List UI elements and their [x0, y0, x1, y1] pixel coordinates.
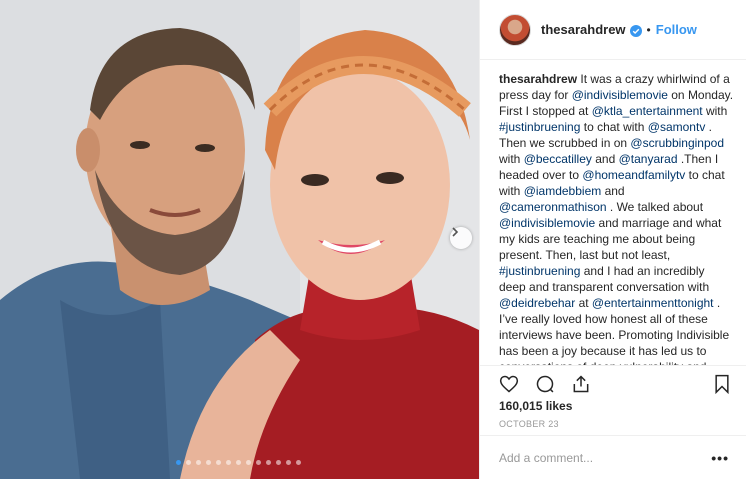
verified-badge-icon	[629, 24, 642, 37]
post-actions	[480, 365, 746, 401]
carousel-dot	[226, 460, 231, 465]
caption-mention-link[interactable]: @samontv	[648, 120, 706, 134]
likes-count[interactable]: 160,015 likes	[499, 399, 572, 413]
caption-text: to chat with	[580, 120, 648, 134]
caption-mention-link[interactable]: @beccatilley	[524, 152, 592, 166]
follow-button[interactable]: Follow	[656, 22, 697, 37]
caption-area: thesarahdrew It was a crazy whirlwind of…	[480, 61, 746, 365]
carousel-dot	[246, 460, 251, 465]
comment-input[interactable]	[499, 450, 712, 465]
post-date[interactable]: OCTOBER 23	[499, 419, 559, 429]
caption-mention-link[interactable]: @entertainmenttonight	[592, 296, 714, 310]
share-icon[interactable]	[570, 373, 592, 395]
caption-mention-link[interactable]: @iamdebbiem	[524, 184, 602, 198]
carousel-dot	[176, 460, 181, 465]
caption-text: . We talked about	[606, 200, 704, 214]
caption-author[interactable]: thesarahdrew	[499, 72, 577, 86]
comment-icon[interactable]	[534, 373, 556, 395]
caption-text: with	[702, 104, 728, 118]
carousel-dot	[256, 460, 261, 465]
post-photo[interactable]	[0, 0, 479, 479]
carousel-dot	[236, 460, 241, 465]
heart-icon[interactable]	[498, 373, 520, 395]
caption-hashtag-link[interactable]: #justinbruening	[499, 264, 580, 278]
caption-mention-link[interactable]: @deidrebehar	[499, 296, 575, 310]
header-username[interactable]: thesarahdrew	[541, 22, 626, 37]
header-separator: •	[646, 22, 651, 37]
avatar-icon[interactable]	[499, 13, 531, 46]
caption-mention-link[interactable]: @scrubbinginpod	[630, 136, 724, 150]
post-caption: thesarahdrew It was a crazy whirlwind of…	[499, 71, 734, 365]
caption-hashtag-link[interactable]: #justinbruening	[499, 120, 580, 134]
caption-mention-link[interactable]: @ktla_entertainment	[592, 104, 703, 118]
caption-mention-link[interactable]: @homeandfamilytv	[582, 168, 685, 182]
caption-mention-link[interactable]: @indivisiblemovie	[499, 216, 595, 230]
comment-bar: •••	[480, 435, 746, 479]
carousel-dot	[196, 460, 201, 465]
carousel-dot	[296, 460, 301, 465]
caption-mention-link[interactable]: @cameronmathison	[499, 200, 607, 214]
caption-mention-link[interactable]: @tanyarad	[619, 152, 678, 166]
carousel-dot	[186, 460, 191, 465]
caption-text: and	[601, 184, 625, 198]
carousel-next-button[interactable]	[450, 227, 472, 249]
carousel-dot	[276, 460, 281, 465]
post-side-panel: thesarahdrew • Follow thesarahdrew It wa…	[479, 0, 746, 479]
caption-text: at	[575, 296, 592, 310]
carousel-dot	[266, 460, 271, 465]
post-header: thesarahdrew • Follow	[480, 0, 746, 60]
carousel-dot	[216, 460, 221, 465]
carousel-dot	[286, 460, 291, 465]
caption-mention-link[interactable]: @indivisiblemovie	[572, 88, 668, 102]
caption-text: and	[591, 152, 619, 166]
bookmark-icon[interactable]	[711, 373, 733, 395]
selfie-image	[0, 0, 479, 479]
caption-text: with	[499, 152, 524, 166]
carousel-dots	[176, 460, 301, 465]
more-options-button[interactable]: •••	[711, 450, 729, 466]
carousel-dot	[206, 460, 211, 465]
